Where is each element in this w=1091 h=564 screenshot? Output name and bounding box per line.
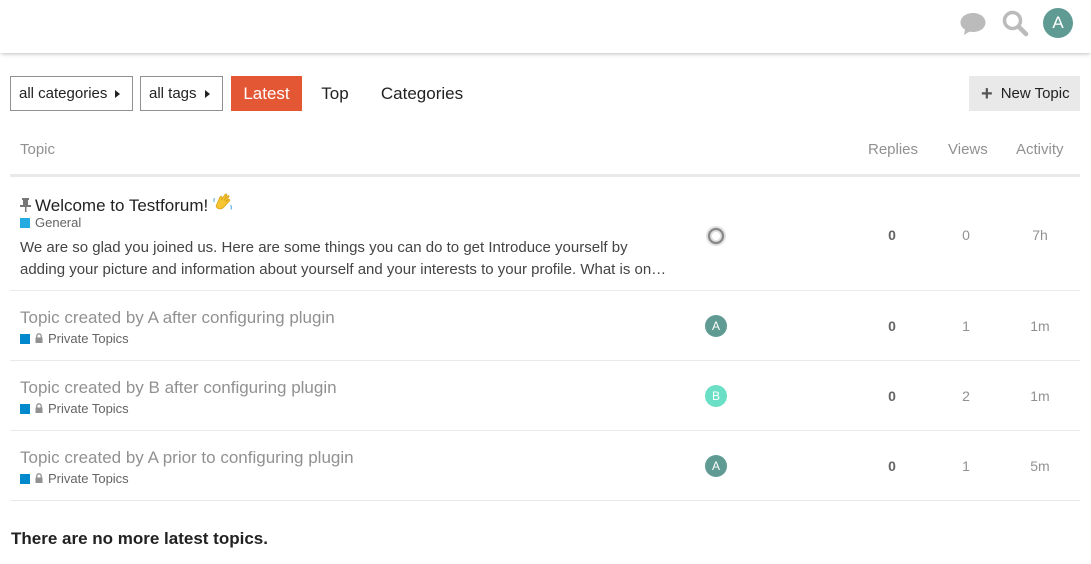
- replies-count: 0: [888, 227, 896, 243]
- column-header-activity[interactable]: Activity: [1016, 141, 1064, 158]
- chat-icon[interactable]: [959, 11, 987, 42]
- lock-icon: [35, 331, 43, 346]
- lock-icon: [35, 401, 43, 416]
- system-avatar[interactable]: [705, 225, 727, 247]
- tags-dropdown-label: all tags: [149, 85, 197, 102]
- column-header-views[interactable]: Views: [948, 141, 988, 158]
- category-label: Private Topics: [48, 401, 129, 416]
- topic-excerpt: We are so glad you joined us. Here are s…: [20, 239, 667, 278]
- new-topic-label: New Topic: [1000, 85, 1070, 102]
- topic-link[interactable]: Topic created by A after configuring plu…: [20, 308, 335, 328]
- views-count: 1: [962, 458, 970, 474]
- pin-icon: [20, 197, 31, 217]
- categories-dropdown-label: all categories: [19, 85, 108, 102]
- views-count: 0: [962, 227, 970, 243]
- site-header: A: [0, 0, 1091, 53]
- table-row: Topic created by B after configuring plu…: [10, 361, 1080, 431]
- user-avatar[interactable]: A: [1043, 8, 1073, 38]
- topic-link[interactable]: Welcome to Testforum!: [35, 196, 208, 215]
- waving-hand-icon: [212, 192, 234, 219]
- category-label: Private Topics: [48, 471, 129, 486]
- table-row: Welcome to Testforum! General We are so …: [10, 177, 1080, 291]
- views-count: 1: [962, 318, 970, 334]
- column-header-topic[interactable]: Topic: [20, 141, 55, 158]
- activity-time[interactable]: 7h: [1015, 227, 1065, 243]
- category-label: Private Topics: [48, 331, 129, 346]
- category-label: General: [35, 215, 82, 230]
- column-header-replies[interactable]: Replies: [868, 141, 918, 158]
- table-header: Topic Replies Views Activity: [10, 130, 1080, 177]
- replies-count: 0: [888, 458, 896, 474]
- lock-icon: [35, 471, 43, 486]
- tab-categories[interactable]: Categories: [372, 76, 472, 111]
- categories-dropdown[interactable]: all categories: [10, 76, 133, 111]
- plus-icon: +: [981, 82, 993, 105]
- category-color-swatch: [20, 217, 30, 228]
- category-badge[interactable]: Private Topics: [20, 331, 129, 346]
- activity-time[interactable]: 5m: [1015, 458, 1065, 474]
- tab-latest[interactable]: Latest: [231, 76, 302, 111]
- poster-avatar[interactable]: A: [705, 315, 727, 337]
- tags-dropdown[interactable]: all tags: [140, 76, 223, 111]
- caret-right-icon: [205, 90, 210, 98]
- category-badge[interactable]: General: [20, 215, 81, 230]
- replies-count: 0: [888, 388, 896, 404]
- poster-avatar[interactable]: B: [705, 385, 727, 407]
- search-icon[interactable]: [1001, 9, 1029, 42]
- replies-count: 0: [888, 318, 896, 334]
- topic-list: Topic Replies Views Activity Welcome to …: [10, 130, 1080, 501]
- table-row: Topic created by A after configuring plu…: [10, 291, 1080, 361]
- topic-navigation: all categories all tags Latest Top Categ…: [10, 76, 1080, 111]
- tab-top[interactable]: Top: [313, 76, 357, 111]
- activity-time[interactable]: 1m: [1015, 318, 1065, 334]
- category-color-swatch: [20, 333, 30, 344]
- poster-avatar[interactable]: A: [705, 455, 727, 477]
- caret-right-icon: [115, 90, 120, 98]
- new-topic-button[interactable]: + New Topic: [969, 76, 1080, 111]
- topic-link[interactable]: Topic created by B after configuring plu…: [20, 378, 337, 398]
- category-badge[interactable]: Private Topics: [20, 471, 129, 486]
- category-color-swatch: [20, 473, 30, 484]
- table-row: Topic created by A prior to configuring …: [10, 431, 1080, 501]
- activity-time[interactable]: 1m: [1015, 388, 1065, 404]
- category-color-swatch: [20, 403, 30, 414]
- topic-link[interactable]: Topic created by A prior to configuring …: [20, 448, 354, 468]
- category-badge[interactable]: Private Topics: [20, 401, 129, 416]
- views-count: 2: [962, 388, 970, 404]
- end-of-list-message: There are no more latest topics.: [11, 529, 268, 548]
